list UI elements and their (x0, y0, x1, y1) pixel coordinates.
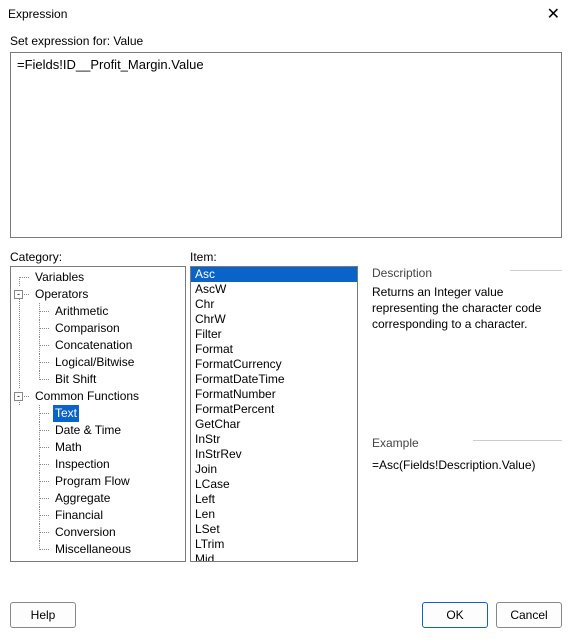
close-icon[interactable]: ✕ (543, 4, 564, 24)
tree-node-label[interactable]: Miscellaneous (53, 541, 133, 558)
expression-input[interactable] (10, 52, 562, 238)
tree-node-variables[interactable]: Variables (19, 269, 185, 286)
middle-panes: Variables-OperatorsArithmeticComparisonC… (10, 266, 562, 562)
item-label: Item: (190, 250, 217, 264)
list-item[interactable]: Filter (191, 327, 357, 342)
titlebar: Expression ✕ (0, 0, 572, 28)
list-item[interactable]: InStr (191, 432, 357, 447)
tree-node[interactable]: Aggregate (39, 490, 185, 507)
tree-node-label[interactable]: Arithmetic (53, 303, 110, 320)
list-item[interactable]: Mid (191, 552, 357, 562)
list-item[interactable]: InStrRev (191, 447, 357, 462)
tree-node[interactable]: Miscellaneous (39, 541, 185, 558)
list-item[interactable]: Left (191, 492, 357, 507)
list-item[interactable]: FormatCurrency (191, 357, 357, 372)
tree-node[interactable]: Text (39, 405, 185, 422)
list-item[interactable]: FormatNumber (191, 387, 357, 402)
tree-node[interactable]: -Common FunctionsTextDate & TimeMathInsp… (19, 388, 185, 558)
tree-node[interactable]: Program Flow (39, 473, 185, 490)
tree-node-label[interactable]: Operators (33, 286, 90, 303)
example-heading: Example (372, 436, 419, 454)
item-list[interactable]: AscAscWChrChrWFilterFormatFormatCurrency… (190, 266, 358, 562)
tree-node-label[interactable]: Math (53, 439, 84, 456)
tree-node[interactable]: Math (39, 439, 185, 456)
button-bar: Help OK Cancel (0, 592, 572, 640)
category-label: Category: (10, 250, 190, 264)
description-heading: Description (372, 266, 432, 284)
list-item[interactable]: Asc (191, 267, 357, 282)
cancel-button[interactable]: Cancel (496, 602, 562, 628)
tree-node[interactable]: Conversion (39, 524, 185, 541)
column-labels: Category: Item: (10, 250, 562, 264)
tree-node-label[interactable]: Bit Shift (53, 371, 98, 388)
help-button[interactable]: Help (10, 602, 76, 628)
tree-node[interactable]: Concatenation (39, 337, 185, 354)
collapse-icon[interactable]: - (14, 290, 23, 299)
list-item[interactable]: Join (191, 462, 357, 477)
tree-node-label[interactable]: Concatenation (53, 337, 134, 354)
tree-node-label[interactable]: Conversion (53, 524, 118, 541)
list-item[interactable]: Chr (191, 297, 357, 312)
tree-node[interactable]: Inspection (39, 456, 185, 473)
set-expression-target: Value (113, 34, 143, 48)
tree-node-label[interactable]: Aggregate (53, 490, 112, 507)
tree-node[interactable]: Date & Time (39, 422, 185, 439)
list-item[interactable]: FormatDateTime (191, 372, 357, 387)
collapse-icon[interactable]: - (14, 392, 23, 401)
list-item[interactable]: FormatPercent (191, 402, 357, 417)
tree-node[interactable]: Financial (39, 507, 185, 524)
set-expression-label: Set expression for: Value (10, 34, 562, 48)
list-item[interactable]: ChrW (191, 312, 357, 327)
list-item[interactable]: AscW (191, 282, 357, 297)
ok-button[interactable]: OK (422, 602, 488, 628)
list-item[interactable]: Len (191, 507, 357, 522)
tree-node-label[interactable]: Inspection (53, 456, 112, 473)
list-item[interactable]: LCase (191, 477, 357, 492)
content-area: Set expression for: Value Category: Item… (0, 28, 572, 592)
list-item[interactable]: Format (191, 342, 357, 357)
tree-node-label[interactable]: Program Flow (53, 473, 132, 490)
list-item[interactable]: LTrim (191, 537, 357, 552)
tree-node-label[interactable]: Text (53, 405, 79, 422)
tree-node[interactable]: Arithmetic (39, 303, 185, 320)
tree-node-label[interactable]: Common Functions (33, 388, 141, 405)
tree-node[interactable]: Comparison (39, 320, 185, 337)
description-text: Returns an Integer value representing th… (372, 284, 562, 342)
tree-node[interactable]: -OperatorsArithmeticComparisonConcatenat… (19, 286, 185, 388)
info-pane: Description Returns an Integer value rep… (372, 266, 562, 562)
category-tree[interactable]: Variables-OperatorsArithmeticComparisonC… (10, 266, 186, 562)
tree-node-label[interactable]: Date & Time (53, 422, 123, 439)
tree-node-label[interactable]: Financial (53, 507, 105, 524)
list-item[interactable]: LSet (191, 522, 357, 537)
set-expression-prefix: Set expression for: (10, 34, 113, 48)
tree-node-label[interactable]: Comparison (53, 320, 122, 337)
tree-node-label[interactable]: Logical/Bitwise (53, 354, 136, 371)
window-title: Expression (8, 7, 67, 21)
list-item[interactable]: GetChar (191, 417, 357, 432)
expression-dialog: Expression ✕ Set expression for: Value C… (0, 0, 572, 640)
example-text: =Asc(Fields!Description.Value) (372, 454, 562, 472)
tree-node[interactable]: Logical/Bitwise (39, 354, 185, 371)
tree-node[interactable]: Bit Shift (39, 371, 185, 388)
